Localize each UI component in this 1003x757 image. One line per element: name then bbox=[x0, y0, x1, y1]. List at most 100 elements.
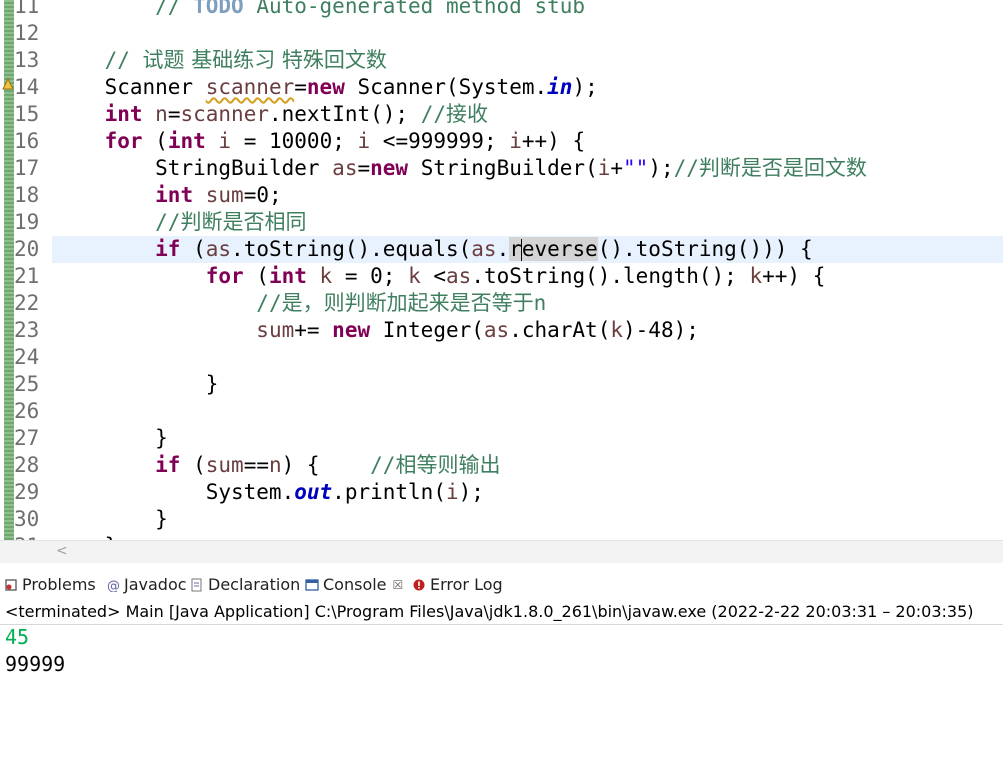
tab-javadoc[interactable]: @ Javadoc bbox=[106, 574, 187, 596]
code-token: scanner bbox=[180, 102, 269, 126]
line-number: 22 bbox=[14, 291, 40, 315]
problems-icon bbox=[5, 579, 17, 591]
code-token: sum bbox=[256, 318, 295, 342]
code-token: ); bbox=[572, 75, 598, 99]
code-text[interactable]: System.out.println(i); bbox=[54, 479, 484, 506]
code-text[interactable]: //判断是否相同 bbox=[54, 209, 306, 236]
tab-declaration[interactable]: Declaration bbox=[190, 574, 300, 596]
line-number: 18 bbox=[14, 183, 40, 207]
tab-label: Declaration bbox=[208, 575, 301, 594]
code-token: as bbox=[205, 237, 232, 261]
code-token: sum bbox=[205, 453, 244, 477]
line-number: 21 bbox=[14, 264, 40, 288]
code-token: as bbox=[471, 237, 497, 261]
current-code-line[interactable]: 20 if (as.toString().equals(as.reverse()… bbox=[14, 236, 1003, 263]
code-text[interactable]: if (sum==n) { //相等则输出 bbox=[54, 452, 500, 479]
code-token: k bbox=[749, 264, 763, 288]
console-output-line: 99999 bbox=[5, 652, 66, 676]
code-line[interactable]: 22 //是，则判断加起来是否等于n bbox=[0, 290, 1003, 317]
code-line[interactable]: 30 } bbox=[0, 506, 1003, 533]
code-text[interactable]: Scanner scanner=new Scanner(System.in); bbox=[54, 74, 598, 101]
code-line[interactable]: 17 StringBuilder as=new StringBuilder(i+… bbox=[0, 155, 1003, 182]
code-text[interactable]: } bbox=[54, 533, 118, 540]
code-line[interactable]: 23 sum+= new Integer(as.charAt(k)-48); bbox=[0, 317, 1003, 344]
line-number: 24 bbox=[14, 345, 40, 369]
code-token: n bbox=[268, 453, 282, 477]
line-number: 19 bbox=[14, 210, 40, 234]
tab-console[interactable]: Console ☒ bbox=[305, 574, 404, 596]
console-output-line: 45 bbox=[5, 625, 30, 649]
code-token: Scanner(System. bbox=[344, 75, 548, 99]
code-token: =0; bbox=[243, 183, 282, 207]
code-text[interactable]: //是，则判断加起来是否等于n bbox=[54, 290, 546, 317]
code-token: ++) { bbox=[762, 264, 826, 288]
svg-text:@: @ bbox=[107, 579, 120, 592]
code-token: 相等则输出 bbox=[395, 453, 501, 477]
code-token: . bbox=[496, 237, 510, 261]
code-line[interactable]: 25 } bbox=[0, 371, 1003, 398]
code-token: ( bbox=[243, 264, 269, 288]
code-token: int bbox=[104, 102, 143, 126]
code-line[interactable]: 28 if (sum==n) { //相等则输出 bbox=[0, 452, 1003, 479]
code-token: TODO bbox=[193, 0, 244, 18]
code-token: as bbox=[332, 156, 358, 180]
code-text[interactable]: int sum=0; bbox=[54, 182, 282, 209]
code-line[interactable]: 26 bbox=[0, 398, 1003, 425]
code-line[interactable]: 15 int n=scanner.nextInt(); //接收 bbox=[0, 101, 1003, 128]
tab-problems[interactable]: Problems bbox=[4, 574, 96, 596]
line-number: 31 bbox=[14, 533, 54, 540]
line-number: 17 bbox=[14, 156, 40, 180]
console-output[interactable]: 45 99999 bbox=[5, 624, 65, 678]
code-line[interactable]: 24 bbox=[0, 344, 1003, 371]
code-line[interactable]: 11 // TODO Auto-generated method stub bbox=[0, 0, 1003, 20]
code-line[interactable]: 27 } bbox=[0, 425, 1003, 452]
line-number: 28 bbox=[14, 453, 40, 477]
code-text[interactable]: int n=scanner.nextInt(); //接收 bbox=[54, 101, 488, 128]
code-line[interactable]: 13 // 试题 基础练习 特殊回文数 bbox=[0, 47, 1003, 74]
code-text[interactable]: StringBuilder as=new StringBuilder(i+"")… bbox=[54, 155, 867, 182]
code-token: int bbox=[268, 264, 307, 288]
tab-label: Console bbox=[323, 575, 387, 594]
code-line[interactable]: 16 for (int i = 10000; i <=999999; i++) … bbox=[0, 128, 1003, 155]
code-text[interactable]: } bbox=[54, 425, 168, 452]
code-token: += bbox=[294, 318, 333, 342]
code-text[interactable]: for (int k = 0; k <as.toString().length(… bbox=[54, 263, 826, 290]
code-text[interactable]: sum+= new Integer(as.charAt(k)-48); bbox=[54, 317, 699, 344]
code-line[interactable]: 18 int sum=0; bbox=[0, 182, 1003, 209]
tab-error-log[interactable]: Error Log bbox=[412, 574, 503, 596]
code-line[interactable]: 31 } bbox=[0, 533, 1003, 540]
code-line[interactable]: 19 //判断是否相同 bbox=[0, 209, 1003, 236]
code-token: out bbox=[294, 480, 333, 504]
code-text[interactable]: } bbox=[54, 506, 168, 533]
code-token: } bbox=[155, 507, 168, 531]
code-token: if bbox=[155, 237, 181, 261]
code-line[interactable]: 21 for (int k = 0; k <as.toString().leng… bbox=[0, 263, 1003, 290]
code-text[interactable]: } bbox=[54, 371, 219, 398]
code-token: sum bbox=[205, 183, 244, 207]
scroll-left-arrow-icon[interactable]: < bbox=[56, 543, 68, 559]
horizontal-scrollbar[interactable]: < bbox=[0, 540, 1003, 563]
code-token: n bbox=[533, 291, 547, 315]
code-line[interactable]: 29 System.out.println(i); bbox=[0, 479, 1003, 506]
code-token: ); bbox=[458, 480, 484, 504]
code-token: ().toString())) { bbox=[597, 237, 813, 261]
view-tab-bar: Problems @ Javadoc Declaration Console ☒ Error… bbox=[0, 568, 1003, 600]
code-line[interactable]: 14 Scanner scanner=new Scanner(System.in… bbox=[0, 74, 1003, 101]
code-text[interactable]: if (as.toString().equals(as.reverse().to… bbox=[54, 236, 813, 263]
code-text[interactable]: // 试题 基础练习 特殊回文数 bbox=[54, 47, 387, 74]
code-line[interactable]: 12 bbox=[0, 20, 1003, 47]
code-editor[interactable]: 11 // TODO Auto-generated method stub 12 1… bbox=[0, 0, 1003, 540]
tab-label: Error Log bbox=[430, 575, 503, 594]
code-token: i bbox=[445, 480, 459, 504]
code-token: // bbox=[256, 291, 282, 315]
console-icon bbox=[305, 579, 319, 591]
code-token: new bbox=[306, 75, 345, 99]
line-number: 12 bbox=[14, 21, 40, 45]
code-text[interactable]: for (int i = 10000; i <=999999; i++) { bbox=[54, 128, 586, 155]
code-token: 是，则判断加起来是否等于 bbox=[281, 291, 534, 315]
code-token: Scanner bbox=[104, 75, 206, 99]
code-text[interactable]: // TODO Auto-generated method stub bbox=[54, 0, 585, 20]
close-icon[interactable]: ☒ bbox=[393, 574, 404, 596]
code-token: i bbox=[218, 129, 232, 153]
